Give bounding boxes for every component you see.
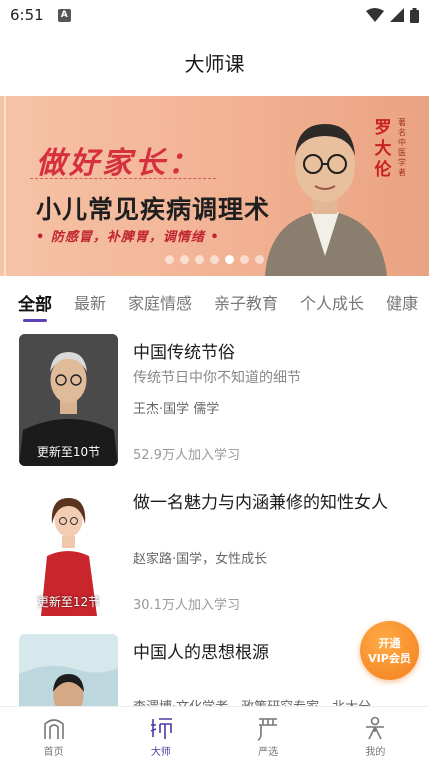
page-title: 大师课 (184, 51, 245, 76)
tab-label: 健康 (386, 294, 419, 313)
carousel-dot[interactable] (165, 255, 174, 264)
carousel-dot[interactable] (195, 255, 204, 264)
category-tabs: 全部 最新 家庭情感 亲子教育 个人成长 健康 (0, 286, 429, 326)
wifi-icon (366, 8, 384, 22)
course-learners: 52.9万人加入学习 (133, 448, 240, 463)
nav-label: 我的 (365, 747, 386, 758)
carousel-dot[interactable] (255, 255, 264, 264)
tab-2[interactable]: 家庭情感 (128, 286, 192, 314)
course-title[interactable]: 中国传统节俗 (133, 338, 235, 363)
nav-home[interactable]: 首页 (0, 707, 107, 764)
tab-label: 亲子教育 (214, 294, 279, 313)
banner-headline: 做好家长： (36, 146, 201, 181)
course-item[interactable]: 更新至12节 做一名魅力与内涵兼修的知性女人 赵家路·国学，女性成长 30.1万… (0, 480, 429, 630)
banner-dashed-line (30, 178, 216, 179)
home-arch-icon (43, 719, 64, 739)
page-header: 大师课 (0, 30, 429, 94)
course-author: 王杰·国学 儒学 (133, 402, 220, 417)
signal-icon (390, 8, 404, 22)
status-bar: 6:51 A (0, 0, 429, 30)
course-cover[interactable]: 更新至12节 (19, 484, 118, 616)
course-author: 李渭博·文化学者，政策研究专家，北大分 (133, 696, 371, 706)
tab-5[interactable]: 健康 (386, 286, 418, 314)
course-title[interactable]: 中国人的思想根源 (133, 638, 269, 663)
tab-label: 最新 (74, 294, 107, 313)
vip-label-line2: VIP会员 (368, 651, 411, 665)
vip-label-line1: 开通 (378, 636, 401, 650)
tab-label: 个人成长 (300, 294, 365, 313)
select-icon (257, 718, 278, 741)
active-tab-indicator (23, 319, 47, 322)
course-subtitle: 传统节日中你不知道的细节 (133, 370, 301, 386)
bottom-nav: 首页 大师 严选 我的 (0, 706, 429, 764)
nav-label: 大师 (150, 747, 171, 758)
banner-author-name: 罗大伦 (374, 118, 392, 180)
tab-3[interactable]: 亲子教育 (214, 286, 278, 314)
banner-slogan: • 防感冒，补脾胃，调情绪 • (36, 230, 220, 245)
course-learners: 30.1万人加入学习 (133, 598, 240, 613)
tab-4[interactable]: 个人成长 (300, 286, 364, 314)
nav-master[interactable]: 大师 (107, 707, 214, 764)
profile-icon (366, 716, 385, 740)
update-badge: 更新至12节 (36, 595, 101, 609)
update-badge: 更新至10节 (36, 445, 101, 459)
carousel-dot[interactable] (225, 255, 234, 264)
tab-1[interactable]: 最新 (74, 286, 106, 314)
course-title[interactable]: 做一名魅力与内涵兼修的知性女人 (133, 488, 388, 513)
tab-0[interactable]: 全部 (18, 286, 52, 322)
teacher-photo (19, 634, 118, 706)
carousel-dot[interactable] (210, 255, 219, 264)
master-icon (150, 718, 172, 739)
vip-subscribe-button[interactable]: 开通 VIP会员 (360, 621, 419, 680)
nav-profile[interactable]: 我的 (322, 707, 429, 764)
nav-select[interactable]: 严选 (215, 707, 322, 764)
carousel-dot[interactable] (240, 255, 249, 264)
course-cover[interactable] (19, 634, 118, 706)
banner-author-title: 著名中医学者 (398, 118, 406, 177)
clock: 6:51 (10, 6, 44, 24)
course-author: 赵家路·国学，女性成长 (133, 552, 268, 567)
carousel-dot[interactable] (180, 255, 189, 264)
course-item[interactable]: 更新至10节 中国传统节俗 传统节日中你不知道的细节 王杰·国学 儒学 52.9… (0, 330, 429, 480)
battery-icon (410, 7, 419, 23)
tab-label: 家庭情感 (128, 294, 193, 313)
tab-label: 全部 (18, 295, 52, 315)
course-cover[interactable]: 更新至10节 (19, 334, 118, 466)
nav-label: 严选 (258, 747, 279, 758)
banner-frame (4, 96, 6, 276)
notification-icon: A (57, 8, 71, 22)
banner-subheadline: 小儿常见疾病调理术 (36, 195, 271, 224)
nav-label: 首页 (43, 747, 64, 758)
carousel-indicator[interactable] (0, 255, 429, 264)
promo-banner[interactable]: 做好家长： 小儿常见疾病调理术 • 防感冒，补脾胃，调情绪 • 罗大伦 著名中医… (0, 96, 429, 276)
